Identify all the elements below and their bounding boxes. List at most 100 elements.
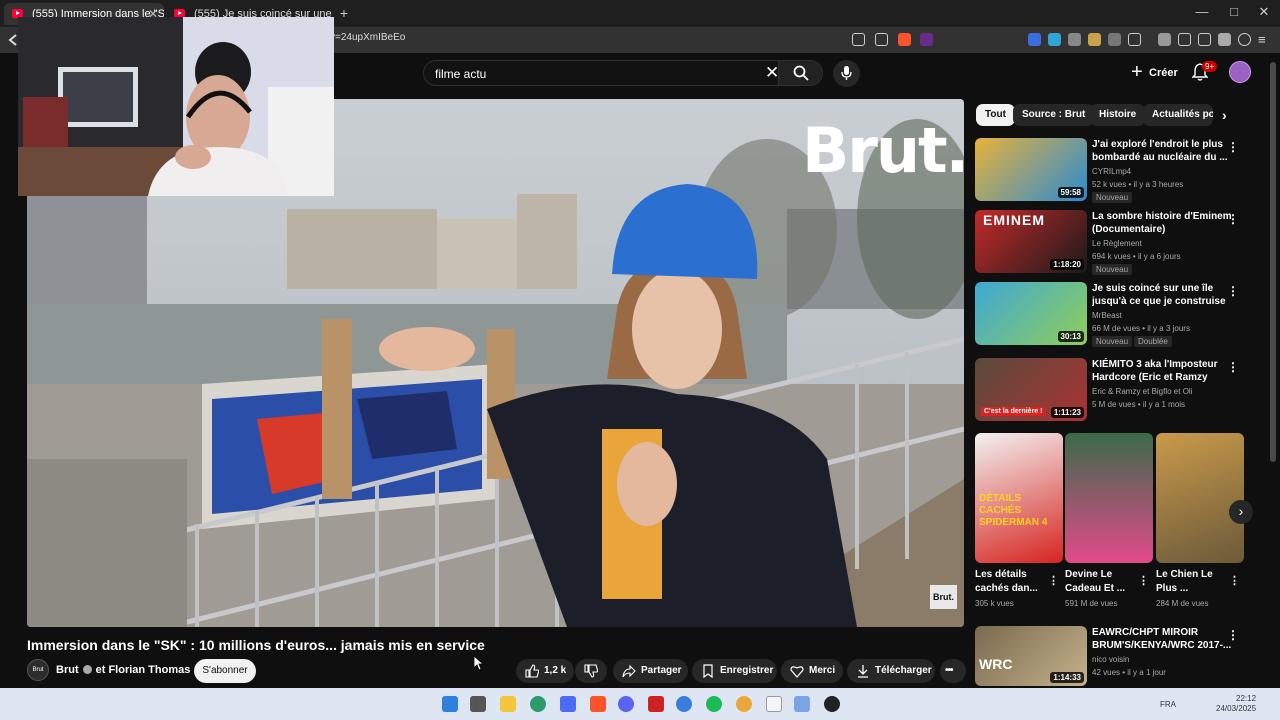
notepad-icon[interactable]	[766, 696, 782, 712]
channel-name[interactable]: MrBeast	[1092, 311, 1122, 320]
task-view-icon[interactable]	[470, 696, 486, 712]
collab-channel-name[interactable]: et Florian Thomas	[96, 664, 191, 676]
short-thumbnail[interactable]	[1156, 433, 1244, 563]
shorts-next-button[interactable]: ›	[1229, 500, 1253, 524]
video-title[interactable]: La sombre histoire d'Eminem (Documentair…	[1092, 210, 1232, 236]
url-field[interactable]: v=24upXmIBeEo	[330, 32, 405, 43]
vpn-icon[interactable]	[1238, 33, 1251, 46]
channel-avatar[interactable]: Brut	[27, 659, 49, 681]
video-thumbnail[interactable]: 30:13	[975, 282, 1087, 345]
search-button[interactable]	[778, 61, 822, 85]
system-clock[interactable]: 22:12 24/03/2025	[1216, 694, 1256, 714]
brave-rewards-icon[interactable]	[920, 33, 933, 46]
spotify-icon[interactable]	[706, 696, 722, 712]
channel-name[interactable]: Le Règlement	[1092, 239, 1142, 248]
recommended-video[interactable]: C'est la dernière ! 1:11:23 KIÉMITO 3 ak…	[975, 358, 1265, 424]
voice-search-button[interactable]	[833, 60, 860, 87]
save-button[interactable]: Enregistrer	[692, 659, 777, 683]
wallet-icon[interactable]	[1198, 33, 1211, 46]
windows-start-icon[interactable]	[442, 696, 458, 712]
extension-cookie-icon[interactable]	[1088, 33, 1101, 46]
more-options-icon[interactable]: ⋮	[1227, 360, 1239, 374]
channel-name[interactable]: Eric & Ramzy et Bigflo et Oli	[1092, 387, 1192, 396]
leo-ai-icon[interactable]	[1218, 33, 1231, 46]
short-item[interactable]: Le Chien Le Plus ... 284 M de vues ⋮	[1156, 433, 1244, 608]
chip-all[interactable]: Tout	[976, 104, 1015, 126]
more-options-icon[interactable]: ⋮	[1138, 574, 1149, 587]
channel-name[interactable]: nico voisin	[1092, 655, 1129, 664]
video-thumbnail[interactable]: EMINEM 1:18:20	[975, 210, 1087, 273]
page-scrollbar[interactable]	[1270, 62, 1276, 462]
account-avatar[interactable]	[1229, 61, 1251, 83]
download-button[interactable]: Télécharger	[847, 659, 935, 683]
create-button[interactable]: Créer	[1123, 59, 1188, 86]
search-input[interactable]: filme actu	[435, 67, 486, 81]
recommended-video[interactable]: 59:58 J'ai exploré l'endroit le plus bom…	[975, 138, 1265, 204]
close-window-button[interactable]: ✕	[1254, 4, 1274, 20]
sidebar-icon[interactable]	[1178, 33, 1191, 46]
short-item[interactable]: Devine Le Cadeau Et ... 591 M de vues ⋮	[1065, 433, 1153, 608]
recommended-video[interactable]: 30:13 Je suis coincé sur une île jusqu'à…	[975, 282, 1265, 348]
video-title[interactable]: EAWRC/CHPT MIROIR BRUM'S/KENYA/WRC 2017-…	[1092, 626, 1232, 652]
channel-name[interactable]: Brut	[56, 664, 79, 676]
chevron-right-icon[interactable]: ›	[1222, 107, 1227, 123]
channel-watermark-badge[interactable]: Brut.	[930, 585, 957, 609]
video-title[interactable]: KIÉMITO 3 aka l'Imposteur Hardcore (Eric…	[1092, 358, 1232, 384]
more-actions-button[interactable]: •••	[940, 659, 966, 683]
share-icon[interactable]	[875, 33, 888, 46]
chrome-icon[interactable]	[736, 696, 752, 712]
store-icon[interactable]	[560, 696, 576, 712]
extension-shield-icon[interactable]	[1028, 33, 1041, 46]
extension-icon[interactable]	[1068, 33, 1081, 46]
minimize-button[interactable]: —	[1192, 4, 1212, 19]
recommended-video[interactable]: EMINEM 1:18:20 La sombre histoire d'Emin…	[975, 210, 1265, 276]
chip-source-brut[interactable]: Source : Brut	[1013, 104, 1095, 126]
video-thumbnail[interactable]: C'est la dernière ! 1:11:23	[975, 358, 1087, 421]
chip-history[interactable]: Histoire	[1090, 104, 1146, 126]
new-tab-button[interactable]: +	[334, 5, 354, 21]
extension-translate-icon[interactable]	[1048, 33, 1061, 46]
app-icon[interactable]	[648, 696, 664, 712]
channel-name[interactable]: CYRILmp4	[1092, 167, 1131, 176]
short-thumbnail[interactable]: DÉTAILS CACHÉS SPIDERMAN 4	[975, 433, 1063, 563]
more-options-icon[interactable]: ⋮	[1227, 628, 1239, 642]
more-options-icon[interactable]: ⋮	[1229, 574, 1240, 587]
cast-icon[interactable]	[852, 33, 865, 46]
obs-icon[interactable]	[824, 696, 840, 712]
recommended-video[interactable]: WRC 1:14:33 EAWRC/CHPT MIROIR BRUM'S/KEN…	[975, 626, 1265, 692]
video-title[interactable]: Je suis coincé sur une île jusqu'à ce qu…	[1092, 282, 1232, 308]
share-button[interactable]: Partager	[613, 659, 688, 683]
back-arrow-icon[interactable]	[8, 34, 18, 46]
app-icon[interactable]	[676, 696, 692, 712]
short-item[interactable]: DÉTAILS CACHÉS SPIDERMAN 4 Les détails c…	[975, 433, 1063, 608]
maximize-button[interactable]: □	[1224, 4, 1244, 19]
app-icon[interactable]	[794, 696, 810, 712]
short-title[interactable]: Devine Le Cadeau Et ...	[1065, 568, 1139, 596]
extension-icon[interactable]	[1108, 33, 1121, 46]
media-icon[interactable]	[1158, 33, 1171, 46]
brave-shield-icon[interactable]	[898, 33, 911, 46]
video-thumbnail[interactable]: WRC 1:14:33	[975, 626, 1087, 686]
thanks-button[interactable]: Merci	[781, 659, 843, 683]
discord-icon[interactable]	[618, 696, 634, 712]
more-options-icon[interactable]: ⋮	[1227, 212, 1239, 226]
short-thumbnail[interactable]	[1065, 433, 1153, 563]
menu-icon[interactable]: ≡	[1258, 32, 1266, 47]
subscribe-button[interactable]: S'abonner	[194, 659, 256, 683]
brave-browser-icon[interactable]	[590, 696, 606, 712]
edge-browser-icon[interactable]	[530, 696, 546, 712]
like-button[interactable]: 1,2 k	[516, 659, 574, 683]
file-explorer-icon[interactable]	[500, 696, 516, 712]
video-thumbnail[interactable]: 59:58	[975, 138, 1087, 201]
dislike-button[interactable]	[575, 659, 607, 683]
video-title[interactable]: J'ai exploré l'endroit le plus bombardé …	[1092, 138, 1232, 164]
language-indicator[interactable]: FRA	[1160, 700, 1176, 709]
chip-news[interactable]: Actualités po	[1143, 104, 1213, 126]
short-title[interactable]: Le Chien Le Plus ...	[1156, 568, 1230, 596]
more-options-icon[interactable]: ⋮	[1227, 140, 1239, 154]
more-options-icon[interactable]: ⋮	[1048, 574, 1059, 587]
screenshot-icon[interactable]	[1128, 33, 1141, 46]
more-options-icon[interactable]: ⋮	[1227, 284, 1239, 298]
short-title[interactable]: Les détails cachés dan...	[975, 568, 1049, 596]
search-box[interactable]: filme actu ✕	[423, 60, 823, 86]
